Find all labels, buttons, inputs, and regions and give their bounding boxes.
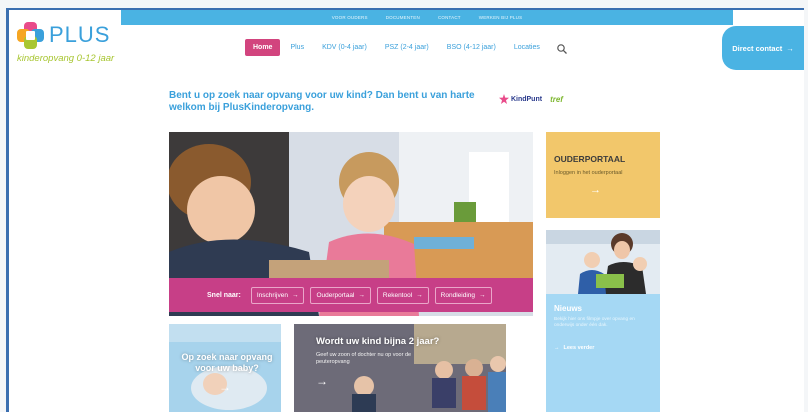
nav-home[interactable]: Home (245, 39, 281, 56)
arrow-right-icon: → (316, 374, 328, 388)
arrow-right-icon: → (219, 380, 231, 394)
read-more-label: Lees verder (563, 345, 595, 351)
news-title: Nieuws (554, 304, 583, 313)
two-years-card[interactable]: Wordt uw kind bijna 2 jaar? Geef uw zoon… (294, 324, 506, 412)
plus-logo[interactable]: PLUS kinderopvang 0-12 jaar (15, 18, 115, 68)
inschrijven-button[interactable]: Inschrijven → (250, 286, 305, 304)
nav-locaties[interactable]: Locaties (506, 39, 548, 56)
direct-contact-button[interactable]: Direct contact → (722, 26, 804, 70)
arrow-right-icon: → (554, 345, 560, 351)
arrow-right-icon: → (291, 291, 299, 299)
browser-viewport: VOOR OUDERS DOCUMENTEN CONTACT WERKEN BI… (6, 8, 804, 412)
ouderportaal-tile[interactable]: OUDERPORTAAL Inloggen in het ouderportaa… (546, 132, 660, 218)
nav-kdv[interactable]: KDV (0-4 jaar) (314, 39, 375, 56)
partner-logos: KindPunt tref (499, 94, 563, 104)
ouderportaal-subtitle: Inloggen in het ouderportaal (554, 170, 623, 176)
tref-logo[interactable]: tref (550, 95, 563, 103)
baby-card-title: Op zoek naar opvang voor uw baby? (181, 352, 273, 373)
ouderportaal-button[interactable]: Ouderportaal → (310, 286, 371, 304)
inschrijven-label: Inschrijven (256, 291, 288, 299)
logo-blocks-icon (17, 22, 45, 50)
baby-care-card[interactable]: Op zoek naar opvang voor uw baby? → (169, 324, 281, 412)
rondleiding-button[interactable]: Rondleiding → (434, 286, 492, 304)
arrow-right-icon: → (590, 184, 601, 196)
search-icon[interactable] (556, 42, 568, 54)
main-nav: Home Plus KDV (0-4 jaar) PSZ (2-4 jaar) … (245, 39, 568, 56)
kindpunt-logo[interactable]: KindPunt (499, 94, 542, 104)
nav-plus[interactable]: Plus (282, 39, 312, 56)
kindpunt-name: KindPunt (510, 95, 543, 103)
news-photo (546, 230, 660, 294)
logo-tagline: kinderopvang 0-12 jaar (17, 53, 115, 64)
news-tile[interactable]: Nieuws Bekijk hier ons filmpje over opva… (546, 294, 660, 412)
rekentool-label: Rekentool (382, 291, 413, 299)
rekentool-button[interactable]: Rekentool → (376, 286, 429, 304)
two-years-card-subtitle: Geef uw zoon of dochter nu op voor de pe… (316, 352, 412, 365)
arrow-right-icon: → (358, 291, 365, 299)
quick-links-bar: Snel naar: Inschrijven → Ouderportaal → Re… (169, 278, 533, 312)
rondleiding-label: Rondleiding (440, 291, 476, 299)
two-years-card-title: Wordt uw kind bijna 2 jaar? (316, 336, 440, 347)
site-header: PLUS kinderopvang 0-12 jaar Home Plus KD… (9, 10, 804, 70)
news-text: Bekijk hier ons filmpje over opvang en o… (554, 317, 635, 328)
logo-name: PLUS (49, 22, 111, 47)
kindpunt-star-icon (499, 94, 509, 104)
nav-psz[interactable]: PSZ (2-4 jaar) (377, 39, 437, 56)
arrow-right-icon: → (786, 43, 794, 53)
mother-reading-illustration (546, 230, 660, 294)
ouderportaal-title: OUDERPORTAAL (554, 154, 626, 164)
nav-bso[interactable]: BSO (4-12 jaar) (439, 39, 504, 56)
arrow-right-icon: → (416, 291, 423, 299)
direct-contact-label: Direct contact (732, 43, 783, 53)
arrow-right-icon: → (479, 291, 486, 299)
intro-text: Bent u op zoek naar opvang voor uw kind?… (169, 90, 475, 113)
quick-links-label: Snel naar: (207, 291, 241, 299)
ouderportaal-label: Ouderportaal (316, 291, 355, 299)
read-more-link[interactable]: → Lees verder (554, 345, 652, 351)
